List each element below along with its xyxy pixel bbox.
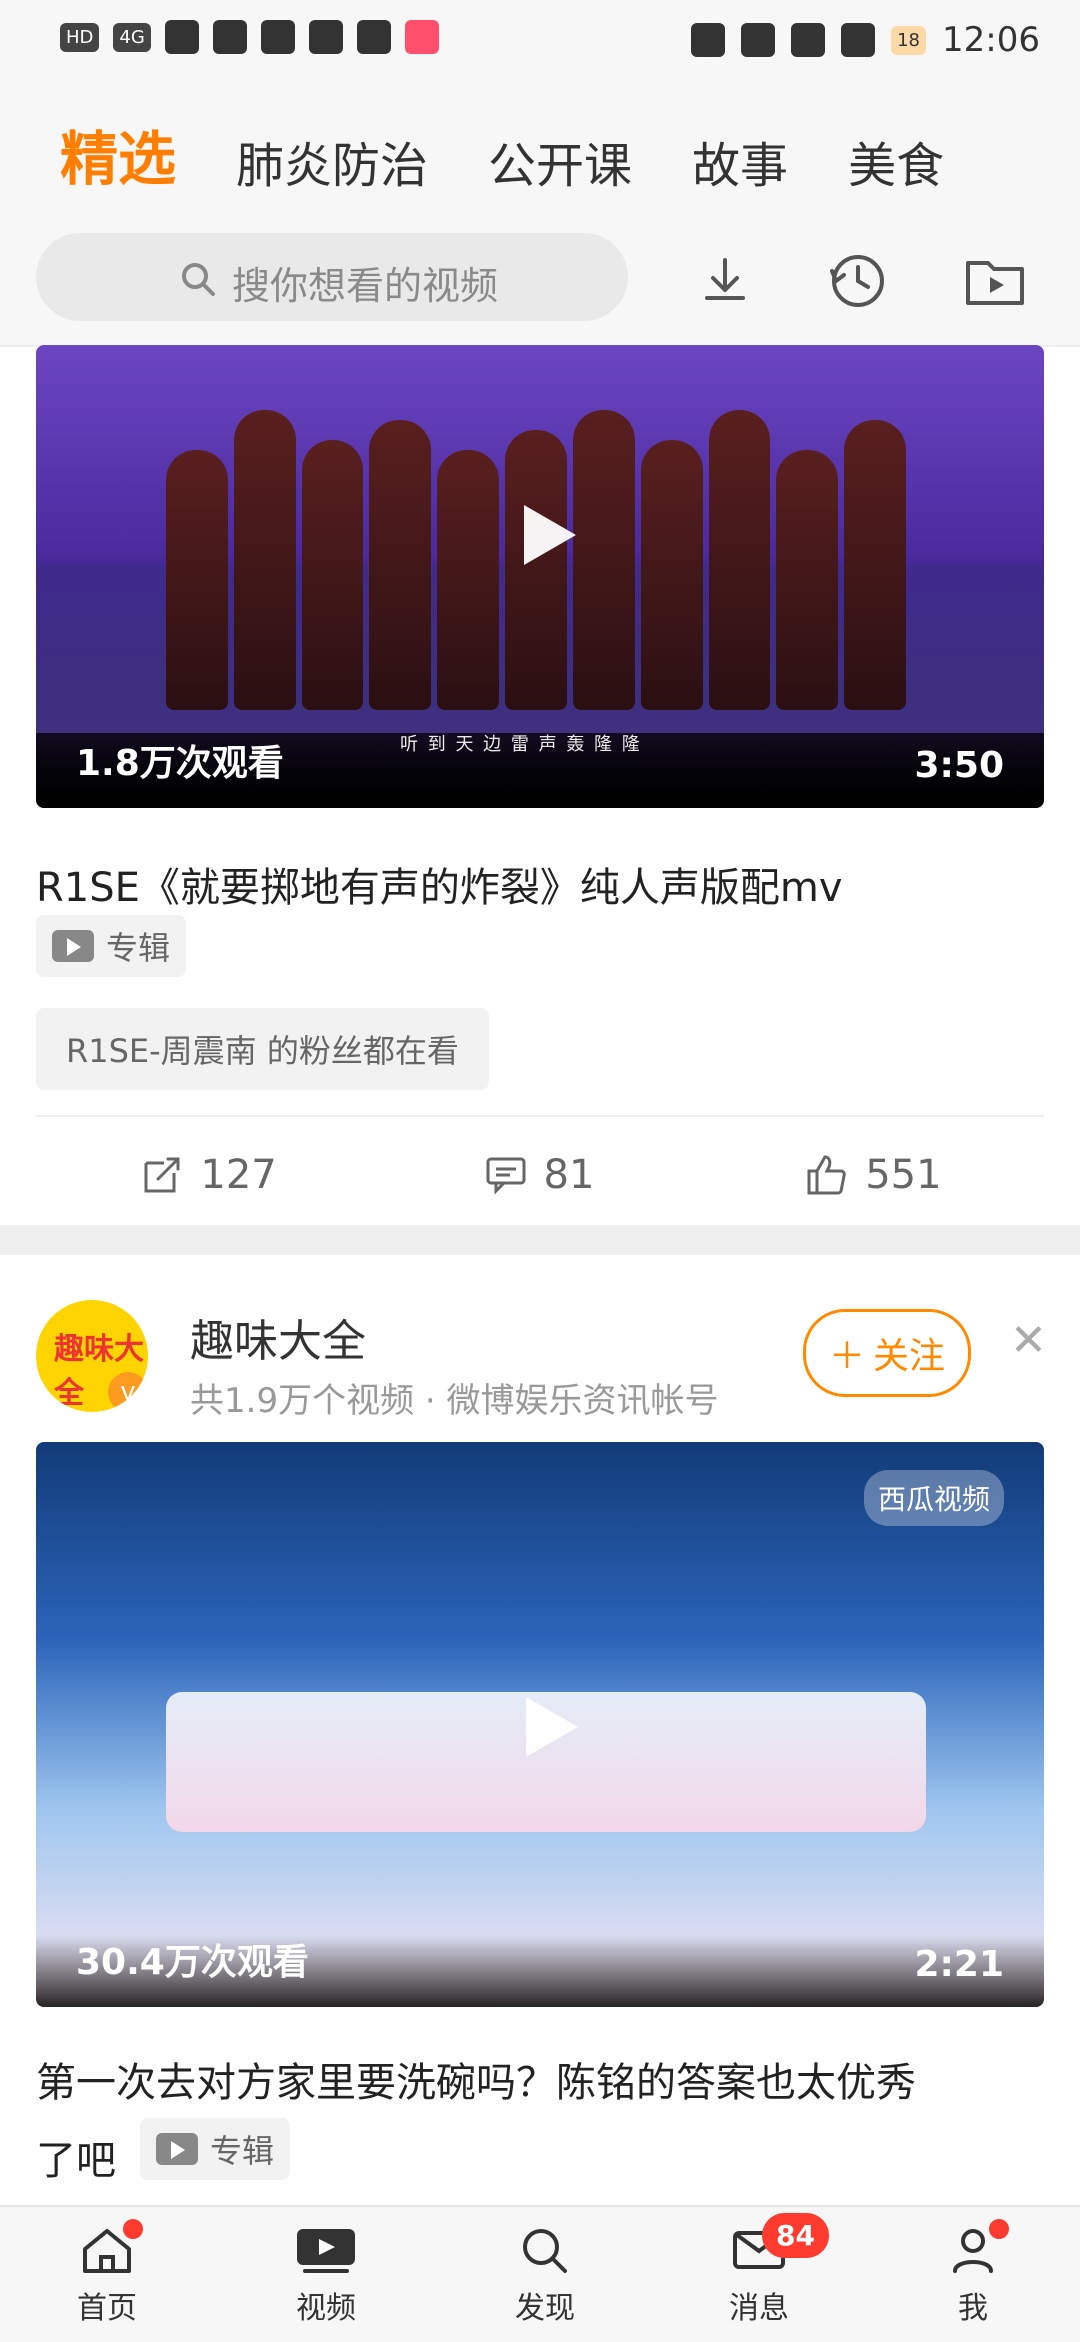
follow-button[interactable]: ＋ 关注 — [803, 1309, 971, 1397]
status-left-icons: HD 4G — [60, 20, 439, 54]
album-tag[interactable]: 专辑 — [140, 2118, 291, 2180]
nav-me[interactable]: 我 — [943, 2218, 1009, 2327]
views-count: 30.4万次观看 — [76, 1942, 309, 1983]
album-label: 专辑 — [210, 2132, 275, 2170]
actions-bar: 127 81 551 — [36, 1140, 1044, 1210]
tab-featured[interactable]: 精选 — [60, 112, 176, 196]
search-input[interactable]: 搜你想看的视频 — [36, 233, 628, 321]
bluetooth-icon — [791, 23, 826, 57]
views-count: 1.8万次观看 — [76, 743, 284, 784]
verified-badge: v — [108, 1372, 148, 1412]
fans-watching[interactable]: R1SE-周震南 的粉丝都在看 — [36, 1008, 489, 1090]
history-button[interactable] — [822, 245, 892, 315]
avatar[interactable]: 趣味大全 v — [36, 1300, 148, 1412]
bottom-nav: 首页 视频 发现 消息 84 我 — [0, 2205, 1080, 2342]
share-count: 127 — [200, 1152, 277, 1198]
video-title-line1[interactable]: 第一次去对方家里要洗碗吗？陈铭的答案也太优秀 — [36, 2050, 916, 2108]
eye-icon — [260, 20, 295, 54]
album-label: 专辑 — [106, 929, 171, 967]
hd-indicator: HD — [60, 22, 100, 52]
like-action[interactable]: 551 — [799, 1149, 942, 1201]
shield-icon — [308, 20, 343, 54]
album-tag[interactable]: 专辑 — [36, 915, 187, 977]
status-right: 18 12:06 — [691, 20, 1040, 60]
mute-icon — [841, 23, 876, 57]
nav-me-label: 我 — [958, 2290, 988, 2326]
network-indicator: 4G — [113, 22, 151, 52]
download-button[interactable] — [690, 245, 760, 315]
nav-home-label: 首页 — [77, 2290, 137, 2326]
discover-icon — [523, 2228, 567, 2273]
tab-stories[interactable]: 故事 — [692, 126, 788, 196]
nav-discover-label: 发现 — [515, 2290, 575, 2326]
divider — [36, 1115, 1044, 1117]
video-card-1[interactable]: 听 到 天 边 雷 声 轰 隆 隆 1.8万次观看 3:50 — [36, 345, 1044, 808]
share-icon — [144, 1157, 180, 1193]
search-placeholder: 搜你想看的视频 — [232, 264, 499, 308]
video-title-line2[interactable]: 了吧 — [36, 2128, 116, 2186]
notification-dot — [123, 2218, 143, 2239]
nav-video-label: 视频 — [296, 2290, 356, 2326]
messages-badge: 84 — [762, 2212, 829, 2258]
tab-food[interactable]: 美食 — [848, 126, 944, 196]
album-icon — [156, 2133, 198, 2165]
account-name[interactable]: 趣味大全 — [190, 1305, 366, 1369]
game-icon — [404, 20, 439, 54]
video-duration: 3:50 — [914, 745, 1004, 786]
album-icon — [52, 930, 94, 962]
category-tabs: 精选 肺炎防治 公开课 故事 美食 — [60, 112, 944, 196]
close-icon[interactable]: ✕ — [1010, 1315, 1047, 1366]
comment-action[interactable]: 81 — [482, 1151, 595, 1199]
play-icon[interactable] — [498, 1677, 588, 1767]
video-subtitle: 听 到 天 边 雷 声 轰 隆 隆 — [400, 734, 642, 755]
clock: 12:06 — [942, 20, 1040, 60]
video-folder-button[interactable] — [960, 245, 1030, 315]
video-folder-icon — [966, 261, 1024, 305]
nav-messages-label: 消息 — [729, 2290, 789, 2326]
nav-discover[interactable]: 发现 — [515, 2223, 575, 2327]
watermark: 西瓜视频 — [863, 1470, 1004, 1526]
comment-icon — [486, 1157, 526, 1195]
video-title[interactable]: R1SE《就要掷地有声的炸裂》纯人声版配mv — [36, 855, 843, 913]
thumbs-up-icon — [807, 1155, 846, 1195]
search-icon — [178, 259, 218, 303]
like-count: 551 — [865, 1152, 942, 1198]
notification-dot — [989, 2218, 1009, 2239]
battery-level: 18 — [891, 25, 927, 55]
nav-home[interactable]: 首页 — [77, 2218, 143, 2327]
comment-count: 81 — [543, 1152, 595, 1198]
video-card-2[interactable]: 西瓜视频 30.4万次观看 2:21 — [36, 1442, 1044, 2007]
nav-video[interactable]: 视频 — [291, 2223, 361, 2327]
video-tab-icon — [297, 2228, 355, 2273]
account-subtitle: 共1.9万个视频 · 微博娱乐资讯帐号 — [190, 1381, 719, 1421]
section-separator — [0, 1225, 1080, 1255]
history-icon — [830, 255, 884, 307]
nfc-icon — [691, 23, 726, 57]
video-duration: 2:21 — [914, 1944, 1004, 1985]
nav-messages[interactable]: 消息 84 — [729, 2212, 829, 2327]
alarm-icon — [741, 23, 776, 57]
qq-icon — [356, 20, 391, 54]
signal-icon — [164, 20, 199, 54]
tab-courses[interactable]: 公开课 — [488, 126, 632, 196]
wifi-icon — [212, 20, 247, 54]
plus-icon: ＋ — [828, 1336, 865, 1377]
share-action[interactable]: 127 — [138, 1151, 277, 1199]
tab-pneumonia[interactable]: 肺炎防治 — [236, 126, 428, 196]
play-icon[interactable] — [496, 485, 586, 575]
download-icon — [705, 258, 745, 300]
status-bar: HD 4G 18 12:06 — [0, 0, 1080, 80]
follow-label: 关注 — [873, 1336, 946, 1377]
